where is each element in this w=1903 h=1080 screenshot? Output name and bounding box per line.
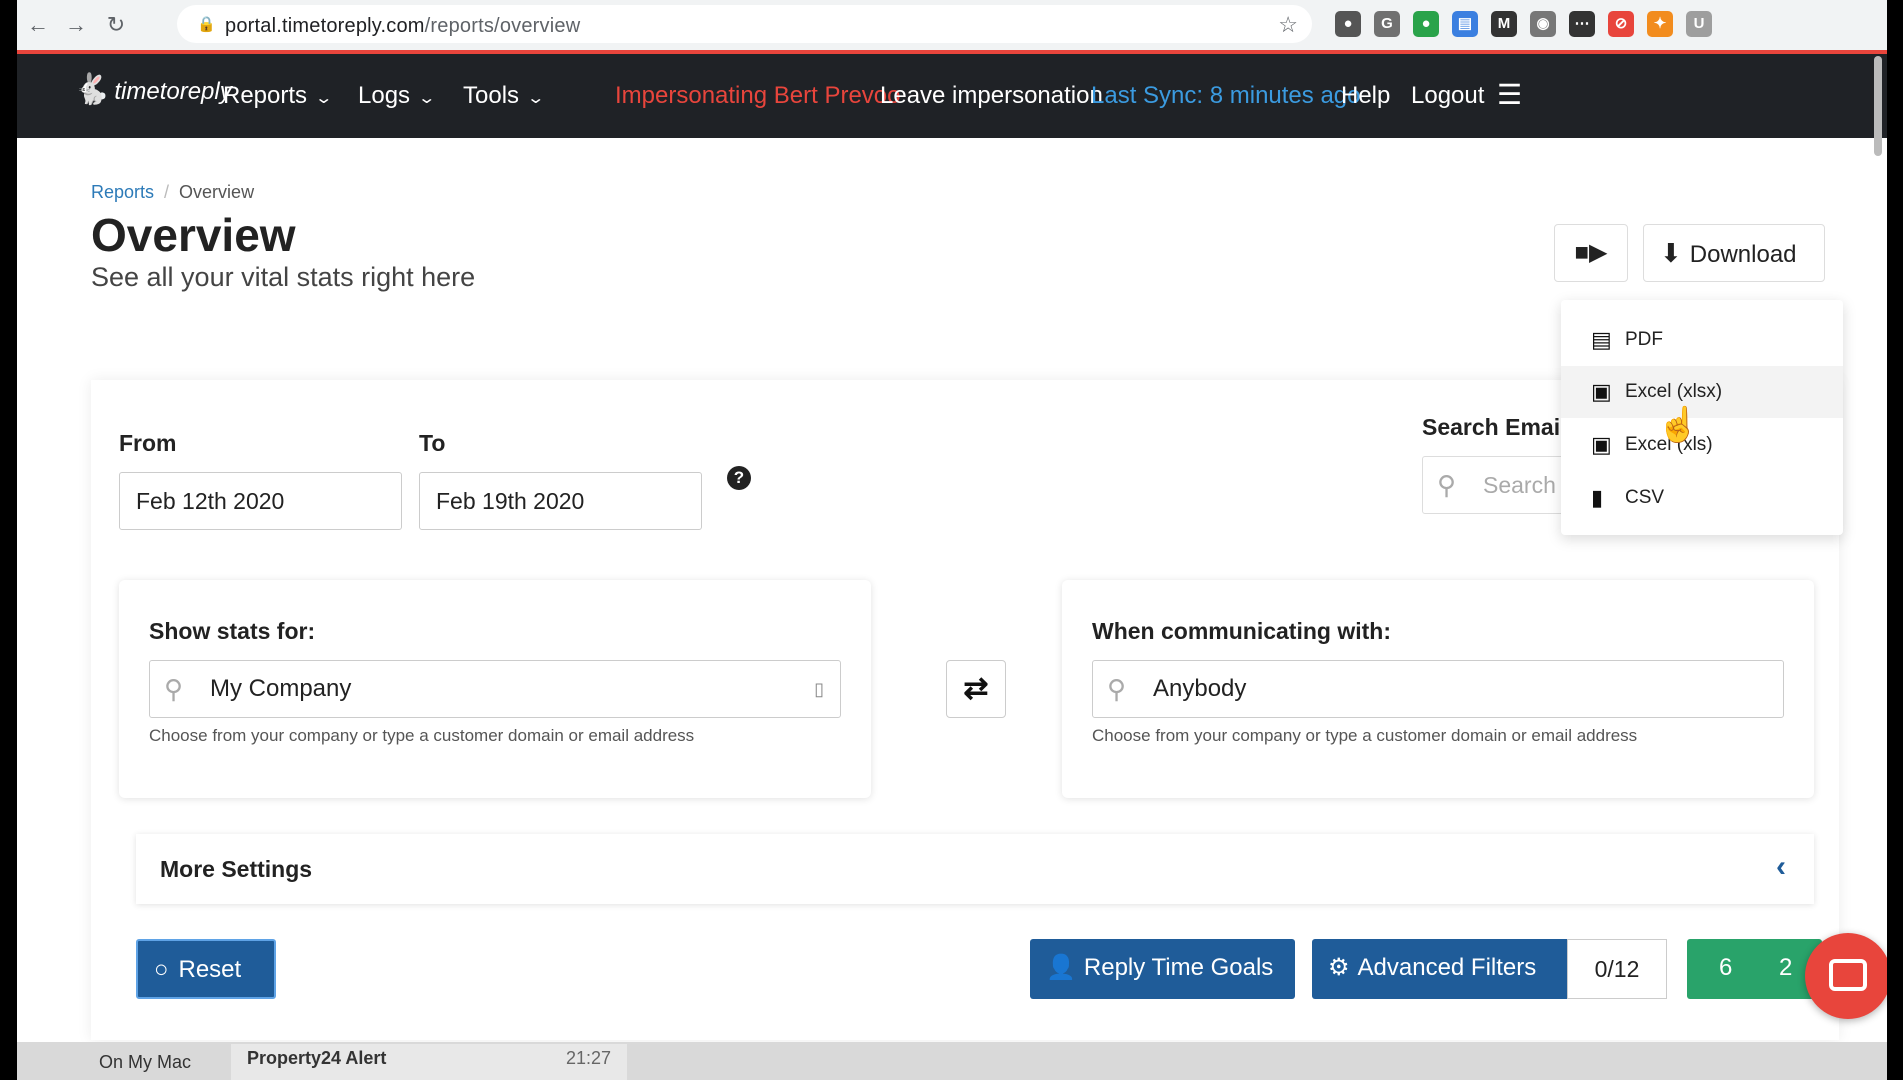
communicating-with-label: When communicating with: [1092,618,1391,644]
address-bar[interactable]: 🔒 portal.timetoreply.com/reports/overvie… [177,5,1312,43]
nav-menu-logs[interactable]: Logs ⌄ [358,82,437,110]
chat-launcher-button[interactable] [1805,933,1887,1019]
green-stats-button[interactable]: 6 2 [1687,939,1822,999]
hamburger-menu-icon[interactable]: ☰ [1497,78,1522,111]
forward-arrow-icon[interactable]: → [61,10,91,40]
page-subtitle: See all your vital stats right here [91,262,476,292]
lock-icon: 🔒 [197,16,216,33]
advanced-filters-button[interactable]: ⚙ Advanced Filters [1312,939,1567,999]
communicating-with-card: When communicating with: ⚲ Anybody Choos… [1062,580,1814,798]
search-icon: ⚲ [1107,674,1127,704]
address-book-icon[interactable]: ▯ [814,661,824,717]
reload-icon[interactable]: ↻ [101,10,131,40]
chevron-down-icon: ⌄ [526,90,546,107]
pdf-file-icon: ▤ [1591,327,1612,352]
to-label: To [419,430,446,456]
help-link[interactable]: Help [1341,82,1390,110]
mail-folder-label: On My Mac [99,1052,192,1072]
from-label: From [119,430,177,456]
show-stats-input[interactable]: ⚲ My Company ▯ [149,660,841,718]
video-camera-icon: ■▶ [1574,239,1608,266]
refresh-icon: ○ [154,956,169,983]
swap-button[interactable]: ⇄ [946,660,1006,718]
circle-ext-icon[interactable]: ● [1335,11,1361,37]
logo-text: timetoreply [114,78,232,105]
show-stats-card: Show stats for: ⚲ My Company ▯ Choose fr… [119,580,871,798]
camera-ext-icon[interactable]: ◉ [1530,11,1556,37]
bookmark-star-icon[interactable]: ☆ [1278,12,1298,38]
download-option-xlsx[interactable]: ▣ Excel (xlsx) [1561,366,1843,418]
reset-button[interactable]: ○ Reset [136,939,276,999]
from-date-input[interactable]: Feb 12th 2020 [119,472,402,530]
breadcrumb-current: Overview [179,182,255,202]
page-title: Overview [91,209,296,261]
csv-file-icon: ▮ [1591,485,1604,510]
chat-icon [1829,959,1867,991]
excel-file-icon: ▣ [1591,432,1612,457]
download-dropdown: ▤ PDF ▣ Excel (xlsx) ▣ Excel (xls) ▮ CSV [1561,300,1843,535]
more-settings-bar[interactable]: More Settings ‹ [136,834,1814,904]
video-button[interactable]: ■▶ [1554,224,1628,282]
url-text: portal.timetoreply.com/reports/overview [225,15,581,37]
logout-link[interactable]: Logout [1411,82,1484,110]
communicating-with-input[interactable]: ⚲ Anybody [1092,660,1784,718]
gmail-ext-icon[interactable]: M [1491,11,1517,37]
question-circle-icon[interactable]: ? [727,466,751,490]
background-mail-window: On My Mac Property24 Alert 21:27 [17,1042,1887,1080]
blue-ext-icon[interactable]: ▤ [1452,11,1478,37]
search-icon: ⚲ [164,674,184,704]
mail-time: 21:27 [565,1048,611,1068]
advanced-filters-count: 0/12 [1567,939,1667,999]
chevron-left-icon: ‹ [1776,850,1786,883]
browser-viewport: ← → ↻ 🔒 portal.timetoreply.com/reports/o… [17,0,1887,1050]
grammarly-ext-icon[interactable]: G [1374,11,1400,37]
top-navigation: 🐇 timetoreply Reports ⌄ Logs ⌄ Tools ⌄ Imper… [17,54,1887,138]
scrollbar-thumb[interactable] [1874,56,1882,156]
show-stats-hint: Choose from your company or type a custo… [149,726,695,745]
hand-cursor-icon: ☝ [1657,406,1700,444]
app-logo[interactable]: 🐇 timetoreply [73,72,232,107]
green-stat-left: 6 [1719,954,1733,981]
breadcrumb: Reports / Overview [91,182,255,202]
to-date-input[interactable]: Feb 19th 2020 [419,472,702,530]
rabbit-logo-icon: 🐇 [73,73,111,106]
last-sync-status: Last Sync: 8 minutes ago [1091,82,1361,109]
green-ext-icon[interactable]: ● [1413,11,1439,37]
dots-ext-icon[interactable]: ⋯ [1569,11,1595,37]
download-option-pdf[interactable]: ▤ PDF [1561,314,1843,366]
leave-impersonation-link[interactable]: Leave impersonation [880,82,1103,110]
breadcrumb-reports-link[interactable]: Reports [91,182,154,202]
swap-arrows-icon: ⇄ [963,672,989,705]
download-option-csv[interactable]: ▮ CSV [1561,472,1843,524]
download-button[interactable]: ⬇ Download [1643,224,1825,282]
more-settings-label: More Settings [160,856,313,882]
excel-file-icon: ▣ [1591,379,1612,404]
user-clock-icon: 👤 [1046,954,1076,981]
grey-ext-icon[interactable]: U [1686,11,1712,37]
communicating-with-hint: Choose from your company or type a custo… [1092,726,1638,745]
show-stats-label: Show stats for: [149,618,316,644]
impersonating-label: Impersonating Bert Prevoo [615,82,901,109]
orange-ext-icon[interactable]: ✦ [1647,11,1673,37]
download-icon: ⬇ [1660,238,1682,268]
chevron-down-icon: ⌄ [314,90,334,107]
search-icon: ⚲ [1437,470,1457,500]
reply-time-goals-button[interactable]: 👤 Reply Time Goals [1030,939,1295,999]
back-arrow-icon[interactable]: ← [23,10,53,40]
nav-menu-reports[interactable]: Reports ⌄ [223,82,334,110]
gears-icon: ⚙ [1328,954,1350,981]
mail-list-item[interactable]: Property24 Alert 21:27 [231,1044,627,1080]
nav-menu-tools[interactable]: Tools ⌄ [463,82,546,110]
search-email-label: Search Emai [1422,414,1561,440]
download-option-xls[interactable]: ▣ Excel (xls) [1561,419,1843,471]
green-stat-right: 2 [1779,954,1793,981]
chevron-down-icon: ⌄ [417,90,437,107]
mail-subject: Property24 Alert [247,1048,387,1068]
red-ext-icon[interactable]: ⊘ [1608,11,1634,37]
browser-toolbar: ← → ↻ 🔒 portal.timetoreply.com/reports/o… [17,0,1887,50]
